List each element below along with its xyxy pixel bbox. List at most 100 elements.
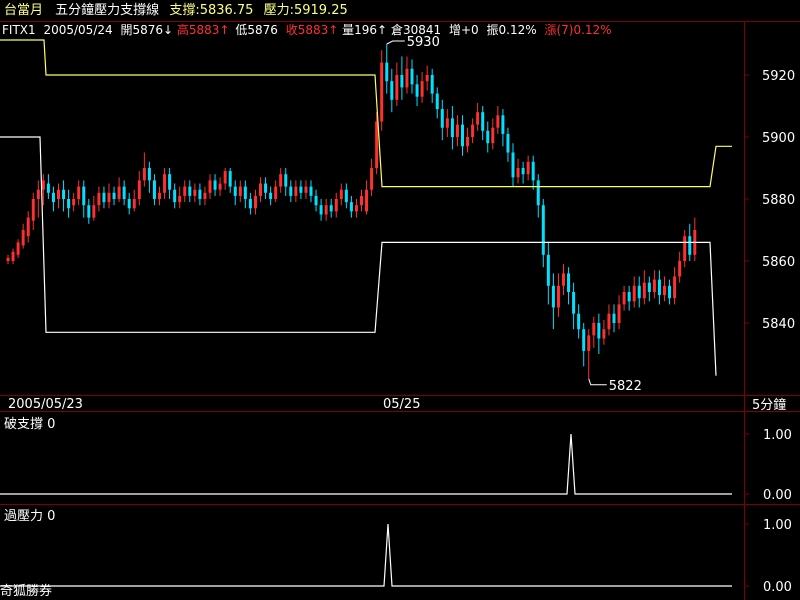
candle-body <box>46 183 50 193</box>
low-marker-label: 5822 <box>609 379 642 394</box>
candle-body <box>688 236 692 255</box>
candle-body <box>31 199 35 221</box>
candle-body <box>294 186 298 196</box>
candle-body <box>97 192 101 206</box>
candle-body <box>238 186 242 196</box>
candle-body <box>208 180 212 193</box>
candle-body <box>435 93 439 110</box>
candle-body <box>420 81 424 97</box>
candle-body <box>284 174 288 187</box>
resistance-line <box>0 39 732 188</box>
candle-body <box>491 127 495 144</box>
x-axis-start-date: 2005/05/23 <box>8 397 83 412</box>
candle-body <box>168 174 172 190</box>
candle-body <box>264 183 268 193</box>
candle-body <box>259 183 262 196</box>
interval-label[interactable]: 5分鐘 <box>752 397 786 413</box>
candle-body <box>405 68 409 88</box>
candle-body <box>627 292 631 302</box>
candle-body <box>556 285 560 308</box>
y-tick-label: 5880 <box>762 193 795 208</box>
chart-canvas: 台當月 五分鐘壓力支撐線 支撐:5836.75 壓力:5919.25 FITX1… <box>0 2 800 600</box>
candle-body <box>395 75 399 100</box>
candle-body <box>183 186 187 196</box>
quote-row: FITX1 2005/05/24 開5876↓ 高5883↑ 低5876 收58… <box>2 22 612 37</box>
indicator-title: 五分鐘壓力支撐線 <box>55 2 159 18</box>
quote-volume: 量196↑ <box>342 23 387 37</box>
y-tick-label: 5900 <box>762 131 795 146</box>
high-marker-line <box>386 40 405 45</box>
quote-code: FITX1 <box>2 23 36 37</box>
candle-body <box>516 168 520 178</box>
candle-body <box>354 205 358 212</box>
candle-body <box>314 195 318 206</box>
candle-body <box>309 186 313 196</box>
candle-body <box>385 62 389 82</box>
candle-body <box>147 168 151 181</box>
candle-body <box>349 202 353 212</box>
break-support-label: 破支撐 0 <box>4 417 55 432</box>
candle-body <box>127 199 131 209</box>
candle-body <box>178 195 182 203</box>
y-tick-label: 5840 <box>762 317 795 332</box>
candle-body <box>329 205 333 212</box>
price-panel: 5840 5860 5880 5900 5920 5930 5822 <box>0 35 795 394</box>
candle-body <box>652 279 656 292</box>
quote-open: 開5876↓ <box>120 23 173 37</box>
candle-body <box>304 186 308 193</box>
break-resistance-panel: 0.00 1.00 <box>0 518 792 595</box>
candle-body <box>466 137 470 147</box>
candle-body <box>203 192 207 199</box>
candle-body <box>142 168 146 181</box>
candle-body <box>41 180 45 190</box>
candle-body <box>334 199 338 212</box>
candle-body <box>400 75 404 88</box>
candle-body <box>112 192 116 199</box>
candle-body <box>339 189 343 199</box>
candle-body <box>137 180 141 199</box>
candle-body <box>632 285 636 302</box>
y-tick-label: 5920 <box>762 69 795 84</box>
candle-body <box>541 205 545 255</box>
candle-body <box>299 186 303 193</box>
candle-body <box>360 195 363 206</box>
candle-body <box>365 189 369 212</box>
candle-body <box>77 186 81 199</box>
candle-body <box>188 186 192 196</box>
candle-body <box>36 189 40 199</box>
break-resistance-tick-label: 1.00 <box>763 518 792 533</box>
candle-body <box>551 285 555 308</box>
break-resistance-tick-label: 0.00 <box>763 580 792 595</box>
y-tick-label: 5860 <box>762 255 795 270</box>
candle-body <box>223 171 227 184</box>
candle-body <box>592 323 596 336</box>
quote-low: 低5876 <box>235 23 278 37</box>
candle-body <box>536 180 540 206</box>
candle-body <box>678 261 682 277</box>
candle-body <box>450 118 454 137</box>
candle-body <box>11 251 15 261</box>
candle-body <box>62 189 66 199</box>
candle-body <box>193 189 197 196</box>
quote-change: 漲(7)0.12% <box>544 23 611 37</box>
candle-body <box>602 329 606 339</box>
candle-body <box>213 180 217 190</box>
candle-body <box>506 133 510 153</box>
candle-body <box>92 205 96 218</box>
candle-body <box>637 285 641 299</box>
candle-body <box>501 115 505 134</box>
candle-body <box>72 199 76 206</box>
quote-high: 高5883↑ <box>177 22 230 37</box>
quote-oi-change: 增+0 <box>449 23 479 37</box>
candle-body <box>218 183 222 190</box>
candle-body <box>163 174 167 193</box>
candle-body <box>380 62 384 122</box>
support-value: 支撐:5836.75 <box>169 3 253 18</box>
candle-body <box>486 130 490 144</box>
candle-body <box>526 161 530 175</box>
header-title-row: 台當月 五分鐘壓力支撐線 支撐:5836.75 壓力:5919.25 <box>4 2 348 18</box>
candle-body <box>173 189 177 203</box>
candle-body <box>16 242 20 255</box>
candle-body <box>152 180 156 199</box>
candle-body <box>324 205 328 215</box>
